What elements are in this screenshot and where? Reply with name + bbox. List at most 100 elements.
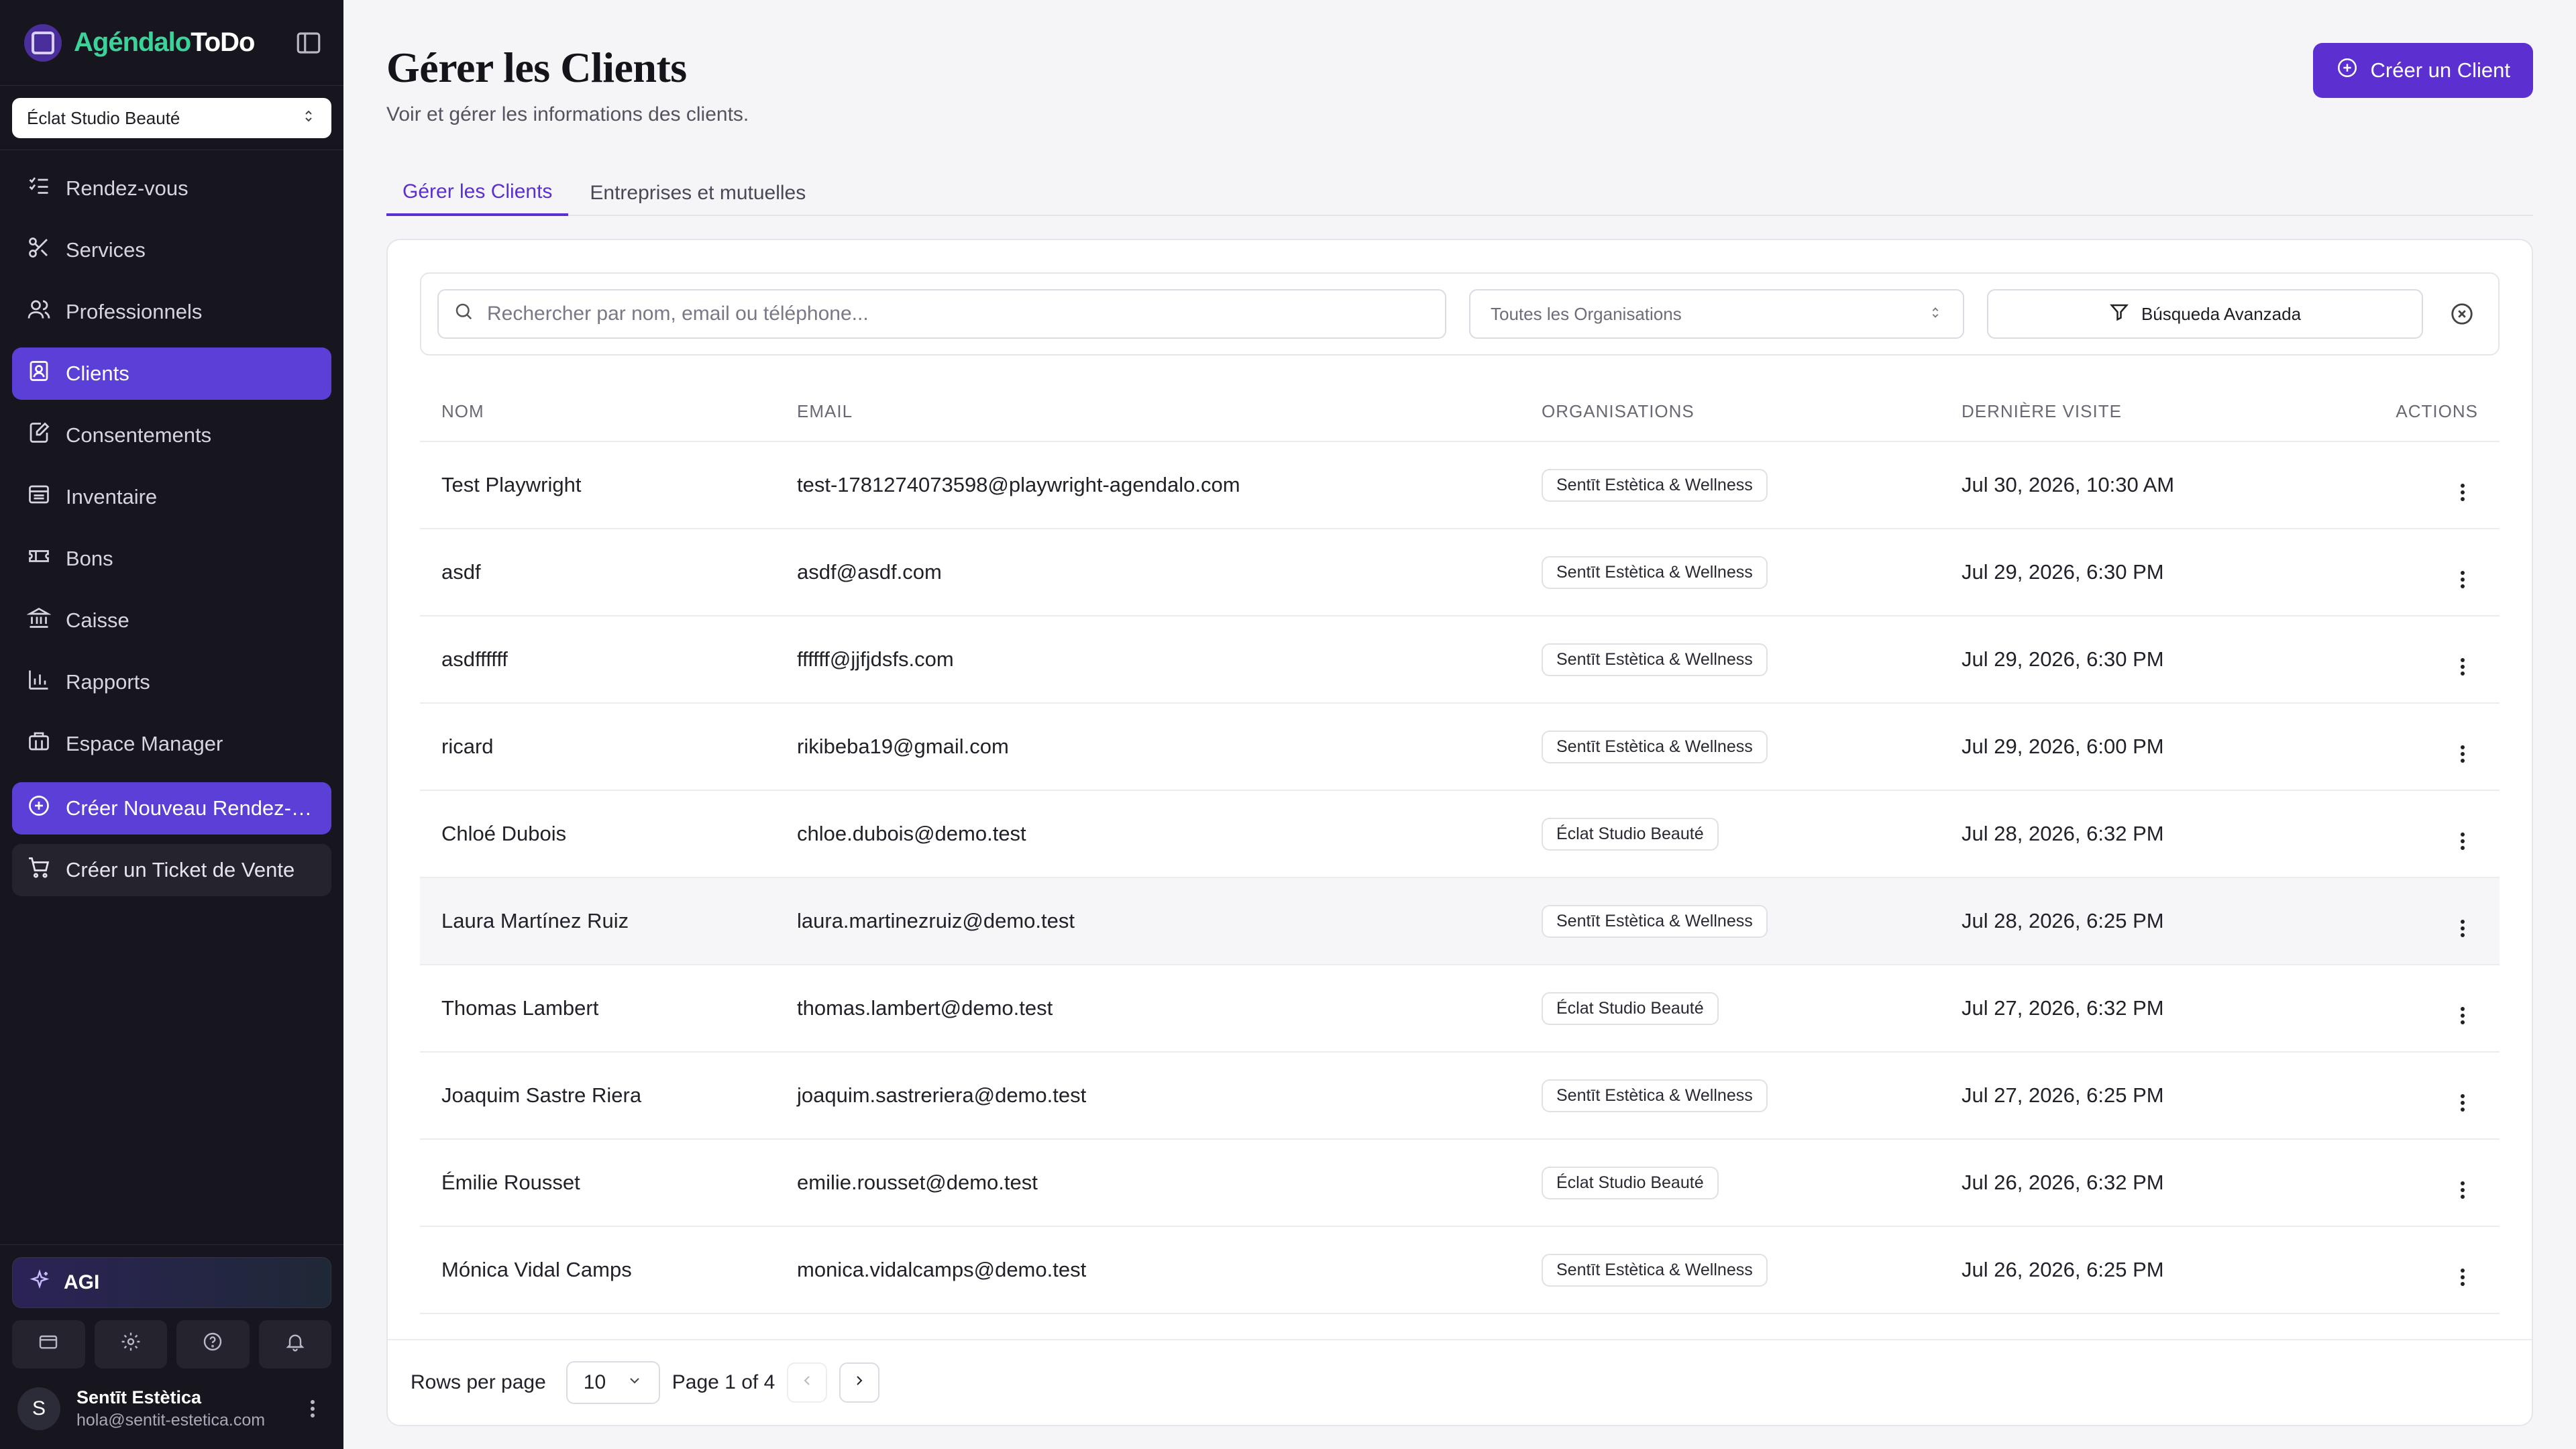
more-vertical-icon[interactable] [2461,1269,2465,1286]
client-name[interactable]: asdffffff [420,616,775,704]
table-row[interactable]: Émilie Rousset emilie.rousset@demo.test Éc… [420,1139,2500,1227]
building-icon [27,729,51,759]
client-name[interactable]: Thomas Lambert [420,965,775,1053]
create-client-label: Créer un Client [2370,58,2510,82]
sidebar-item-bons[interactable]: Bons [12,533,331,585]
organisation-badge: Éclat Studio Beauté [1542,817,1719,851]
client-email: thomas.lambert@demo.test [775,965,1520,1053]
organisation-badge: Sentīt Estètica & Wellness [1542,904,1768,938]
table-row[interactable]: Mónica Vidal Camps monica.vidalcamps@demo… [420,1226,2500,1314]
box-icon [27,482,51,512]
table-row[interactable]: ricard rikibeba19@gmail.com Sentīt Estètic… [420,703,2500,791]
sidebar-item-rendez-vous[interactable]: Rendez-vous [12,162,331,215]
client-name[interactable]: Laura Martínez Ruiz [420,877,775,965]
create-client-button[interactable]: Créer un Client [2312,43,2533,98]
organization-filter-select[interactable]: Toutes les Organisations [1469,289,1964,339]
more-vertical-icon[interactable] [299,1400,326,1417]
scissors-icon [27,235,51,265]
previous-page-button[interactable] [787,1362,828,1403]
help-button[interactable] [176,1320,250,1368]
column-header-organisations[interactable]: ORGANISATIONS [1520,382,1940,442]
notifications-button[interactable] [258,1320,331,1368]
table-row[interactable]: Test Playwright test-1781274073598@playwr… [420,441,2500,529]
sidebar-header: AgéndaloToDo [0,0,343,86]
table-row[interactable]: asdffffff ffffff@jjfjdsfs.com Sentīt Estèt… [420,616,2500,704]
more-vertical-icon[interactable] [2461,920,2465,937]
sidebar-item-label: Services [66,238,146,262]
page-indicator: Page 1 of 4 [672,1371,775,1393]
sidebar-item-label: Caisse [66,608,129,632]
advanced-search-button[interactable]: Búsqueda Avanzada [1987,289,2423,339]
more-vertical-icon[interactable] [2461,1007,2465,1024]
pagination: Rows per page 10 Page 1 of 4 [388,1339,2532,1425]
more-vertical-icon[interactable] [2461,1181,2465,1199]
sidebar-item-caisse[interactable]: Caisse [12,594,331,647]
chevron-up-down-icon [301,108,317,129]
client-organisation: Sentīt Estètica & Wellness [1520,1226,1940,1314]
page-subtitle: Voir et gérer les informations des clien… [386,103,749,125]
organisation-badge: Sentīt Estètica & Wellness [1542,1079,1768,1112]
brand-name-part2: ToDo [191,28,255,57]
column-header-last-visit[interactable]: DERNIÈRE VISITE [1940,382,2316,442]
more-vertical-icon[interactable] [2461,484,2465,501]
table-row[interactable]: asdf asdf@asdf.com Sentīt Estètica & Welln… [420,529,2500,616]
sidebar-item-label: Consentements [66,423,212,447]
bank-icon [26,606,52,635]
more-vertical-icon[interactable] [2461,833,2465,850]
billing-button[interactable] [12,1320,85,1368]
more-vertical-icon[interactable] [2461,745,2465,763]
sidebar-item-label: Rendez-vous [66,176,189,200]
next-page-button[interactable] [839,1362,880,1403]
tab-manage-clients[interactable]: Gérer les Clients [386,170,569,216]
sidebar: AgéndaloToDo Éclat Studio Beauté Rendez-… [0,0,343,1449]
client-organisation: Sentīt Estètica & Wellness [1520,703,1940,791]
user-profile[interactable]: S Sentīt Estètica hola@sentit-estetica.c… [12,1368,331,1449]
logo-icon [24,23,62,62]
more-vertical-icon[interactable] [2461,571,2465,588]
search-input[interactable]: Rechercher par nom, email ou téléphone..… [437,289,1446,339]
sidebar-item-espace-manager[interactable]: Espace Manager [12,718,331,770]
create-sale-ticket-button[interactable]: Créer un Ticket de Vente [12,844,331,896]
client-name[interactable]: asdf [420,529,775,616]
clear-filters-icon[interactable] [2446,298,2478,330]
client-name[interactable]: Mónica Vidal Camps [420,1226,775,1314]
client-name[interactable]: Test Playwright [420,441,775,529]
client-name[interactable]: Chloé Dubois [420,790,775,878]
organisation-badge: Sentīt Estètica & Wellness [1542,730,1768,763]
more-vertical-icon[interactable] [2461,658,2465,676]
agi-button[interactable]: AGI [12,1257,331,1308]
brand-logo[interactable]: AgéndaloToDo [74,28,255,58]
client-name[interactable]: Émilie Rousset [420,1139,775,1227]
client-email: monica.vidalcamps@demo.test [775,1226,1520,1314]
table-row[interactable]: Thomas Lambert thomas.lambert@demo.test Éc… [420,965,2500,1053]
sidebar-item-professionnels[interactable]: Professionnels [12,286,331,338]
sidebar-item-rapports[interactable]: Rapports [12,656,331,708]
table-row[interactable]: Chloé Dubois chloe.dubois@demo.test Éclat … [420,790,2500,878]
table-row[interactable]: Joaquim Sastre Riera joaquim.sastreriera@… [420,1052,2500,1140]
rows-per-page-select[interactable]: 10 [566,1361,660,1404]
settings-button[interactable] [94,1320,167,1368]
client-name[interactable]: Joaquim Sastre Riera [420,1052,775,1140]
table-row[interactable]: Laura Martínez Ruiz laura.martinezruiz@de… [420,877,2500,965]
row-actions [2315,877,2500,965]
sidebar-item-label: Bons [66,547,113,570]
column-header-email[interactable]: EMAIL [775,382,1520,442]
sidebar-toggle-icon[interactable] [292,27,325,59]
sidebar-item-label: Espace Manager [66,732,223,755]
tab-companies-insurers[interactable]: Entreprises et mutuelles [574,170,822,216]
ticket-icon [27,544,51,574]
column-header-name[interactable]: NOM [420,382,775,442]
sidebar-item-clients[interactable]: Clients [12,347,331,400]
chevron-right-icon [851,1371,867,1394]
more-vertical-icon[interactable] [2461,1094,2465,1112]
cart-icon [27,855,51,885]
sidebar-item-services[interactable]: Services [12,224,331,276]
client-last-visit: Jul 28, 2026, 6:32 PM [1940,790,2316,878]
sidebar-item-inventaire[interactable]: Inventaire [12,471,331,523]
sidebar-item-consentements[interactable]: Consentements [12,409,331,462]
client-name[interactable]: ricard [420,703,775,791]
row-actions [2315,1226,2500,1314]
create-appointment-button[interactable]: Créer Nouveau Rendez-vous [12,782,331,835]
organization-selector[interactable]: Éclat Studio Beauté [12,98,331,138]
sidebar-footer: AGI S Sentīt Estètica hola@sentit-esteti… [0,1244,343,1449]
